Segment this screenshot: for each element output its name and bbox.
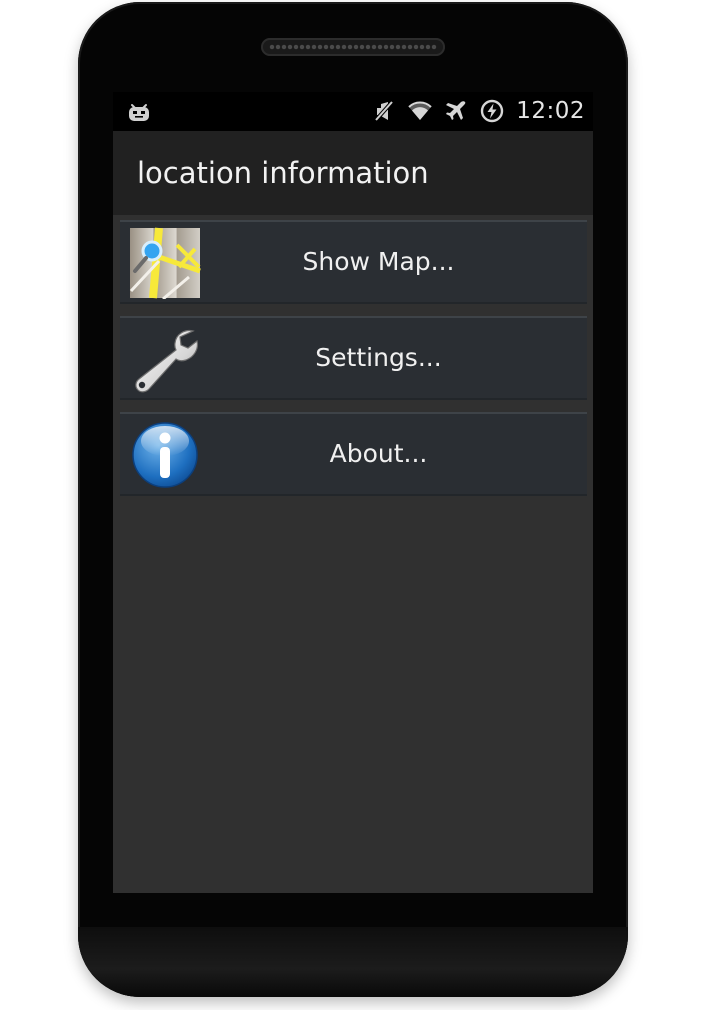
action-bar: location information bbox=[113, 131, 593, 215]
status-left bbox=[127, 100, 151, 124]
about-label: About... bbox=[329, 439, 428, 468]
battery-charging-icon bbox=[481, 99, 504, 123]
android-notification-icon bbox=[129, 104, 149, 121]
app-title: location information bbox=[137, 156, 429, 190]
status-bar: 12:02 bbox=[113, 92, 593, 131]
menu-list: Show Map... Settings... About... bbox=[120, 220, 587, 508]
info-icon bbox=[132, 422, 198, 488]
wrench-icon bbox=[135, 329, 199, 393]
earpiece-speaker bbox=[261, 38, 445, 56]
show-map-button[interactable]: Show Map... bbox=[120, 220, 587, 304]
settings-label: Settings... bbox=[315, 343, 442, 372]
app-screen: location information Show Map... Setting… bbox=[113, 131, 593, 893]
settings-button[interactable]: Settings... bbox=[120, 316, 587, 400]
map-icon bbox=[129, 227, 201, 299]
show-map-label: Show Map... bbox=[302, 247, 455, 276]
mute-icon bbox=[374, 100, 394, 122]
speaker-grille bbox=[269, 43, 437, 51]
about-button[interactable]: About... bbox=[120, 412, 587, 496]
phone-chin bbox=[78, 927, 628, 997]
status-clock: 12:02 bbox=[516, 98, 585, 124]
wifi-icon bbox=[408, 101, 432, 120]
status-right: 12:02 bbox=[372, 98, 585, 124]
airplane-icon bbox=[446, 101, 466, 120]
